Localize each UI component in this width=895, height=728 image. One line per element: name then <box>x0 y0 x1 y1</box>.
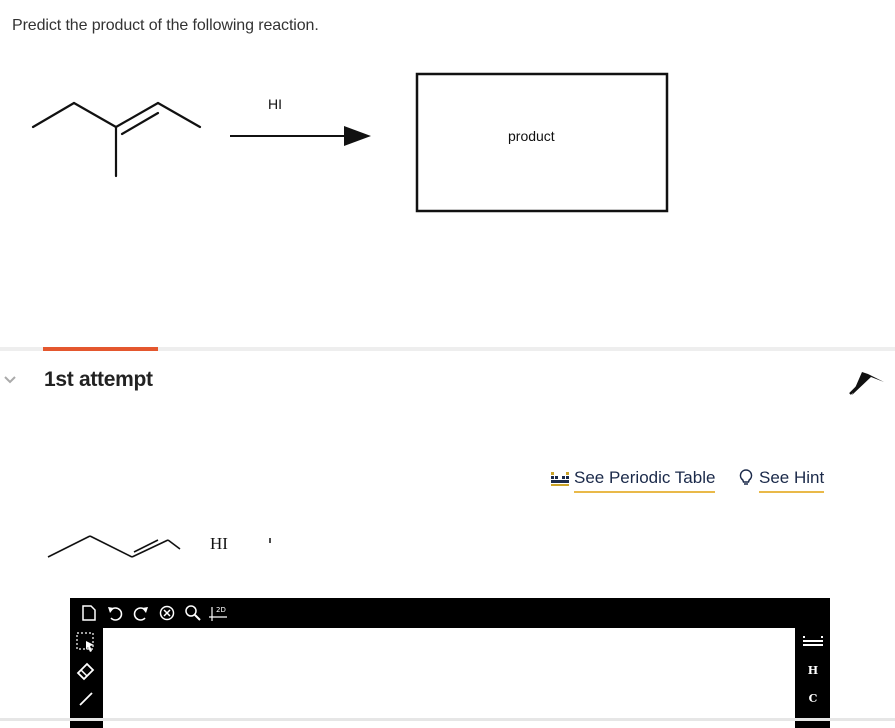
chevron-down-icon[interactable] <box>3 372 17 386</box>
single-bond-icon[interactable] <box>70 684 102 712</box>
element-c-button[interactable]: C <box>798 684 828 712</box>
bottom-border <box>0 718 895 721</box>
mini-reagent-label: HI <box>210 534 228 553</box>
attempt-title: 1st attempt <box>44 368 153 391</box>
editor-left-tools <box>70 628 102 728</box>
editor-element-tools: H C <box>796 628 830 728</box>
selection-icon[interactable] <box>70 628 102 656</box>
element-h-button[interactable]: H <box>798 656 828 684</box>
flag-icon[interactable] <box>846 367 886 397</box>
starting-alkene <box>31 101 202 178</box>
periodic-table-icon <box>551 472 569 486</box>
see-periodic-table-label: See Periodic Table <box>574 468 716 493</box>
undo-icon[interactable] <box>102 600 128 626</box>
editor-toolbar: 2D <box>70 598 830 628</box>
molecule-editor: 2D H C <box>70 598 830 728</box>
periodic-table-picker-icon[interactable] <box>798 628 828 656</box>
see-periodic-table-link[interactable]: See Periodic Table <box>550 468 716 494</box>
new-document-icon[interactable] <box>76 600 102 626</box>
svg-text:2D: 2D <box>216 606 226 614</box>
redo-icon[interactable] <box>128 600 154 626</box>
see-hint-label: See Hint <box>759 468 825 493</box>
clear-icon[interactable] <box>154 600 180 626</box>
reaction-scheme: HI product <box>31 72 669 213</box>
reaction-arrow <box>230 126 371 146</box>
product-label: product <box>508 128 555 144</box>
2d-clean-icon[interactable]: 2D <box>206 600 232 626</box>
question-text: Predict the product of the following rea… <box>12 17 319 34</box>
see-hint-link[interactable]: See Hint <box>737 468 825 494</box>
attempt-progress-bar <box>43 347 158 351</box>
eraser-icon[interactable] <box>70 656 102 684</box>
zoom-icon[interactable] <box>180 600 206 626</box>
reagent-label: HI <box>268 96 282 112</box>
drawing-canvas[interactable] <box>103 628 795 728</box>
lightbulb-icon <box>739 469 753 485</box>
mini-reaction-preview: HI <box>47 534 271 558</box>
